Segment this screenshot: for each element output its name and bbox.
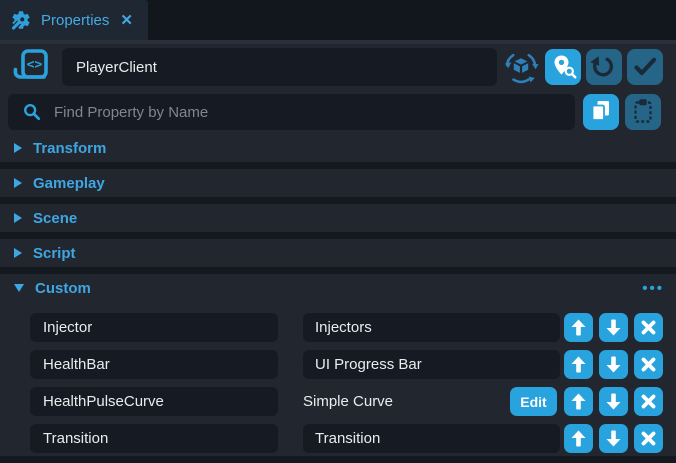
section-label: Script [33, 245, 76, 262]
edit-curve-button[interactable]: Edit [510, 387, 557, 416]
tab-properties[interactable]: Properties ✕ [0, 0, 148, 40]
property-value-field[interactable]: Injectors [303, 313, 560, 342]
copy-icon [583, 94, 619, 130]
property-value-field[interactable]: Transition [303, 424, 560, 453]
section-custom[interactable]: Custom ••• [0, 274, 676, 302]
close-icon [634, 387, 663, 416]
close-icon [634, 350, 663, 379]
property-key-input[interactable] [30, 424, 278, 453]
section-label: Custom [35, 280, 91, 297]
arrow-down-icon [599, 424, 628, 453]
arrow-down-icon [599, 350, 628, 379]
property-name-input[interactable] [62, 48, 497, 86]
section-label: Scene [33, 210, 77, 227]
prefab-sync-icon[interactable] [503, 49, 539, 85]
section-script[interactable]: Script [0, 239, 676, 267]
custom-property-row: Transition [0, 424, 676, 453]
section-divider [0, 232, 676, 239]
custom-property-row: Simple Curve Edit [0, 387, 676, 416]
property-value-field[interactable]: UI Progress Bar [303, 350, 560, 379]
copy-properties-button[interactable] [583, 94, 619, 130]
search-icon [21, 101, 43, 123]
remove-button[interactable] [634, 387, 663, 416]
section-transform[interactable]: Transform [0, 134, 676, 162]
chevron-down-icon [14, 284, 24, 292]
find-in-scene-button[interactable] [545, 49, 581, 85]
properties-panel: Properties ✕ <> [0, 0, 676, 463]
svg-text:<>: <> [27, 58, 43, 73]
move-up-button[interactable] [564, 313, 593, 342]
close-icon [634, 424, 663, 453]
tab-underline [0, 40, 676, 44]
section-gameplay[interactable]: Gameplay [0, 169, 676, 197]
section-divider [0, 267, 676, 274]
close-icon [634, 313, 663, 342]
move-up-button[interactable] [564, 387, 593, 416]
apply-button[interactable] [627, 49, 663, 85]
remove-button[interactable] [634, 424, 663, 453]
section-divider [0, 162, 676, 169]
remove-button[interactable] [634, 350, 663, 379]
arrow-up-icon [564, 424, 593, 453]
move-up-button[interactable] [564, 424, 593, 453]
move-up-button[interactable] [564, 350, 593, 379]
arrow-down-icon [599, 313, 628, 342]
chevron-right-icon [14, 213, 22, 223]
paste-properties-button[interactable] [625, 94, 661, 130]
remove-button[interactable] [634, 313, 663, 342]
revert-button[interactable] [586, 49, 622, 85]
chevron-right-icon [14, 178, 22, 188]
more-options-icon[interactable]: ••• [642, 274, 664, 302]
arrow-up-icon [564, 313, 593, 342]
search-input[interactable] [52, 103, 562, 122]
move-down-button[interactable] [599, 387, 628, 416]
section-scene[interactable]: Scene [0, 204, 676, 232]
custom-property-row: UI Progress Bar [0, 350, 676, 379]
section-label: Transform [33, 140, 106, 157]
section-divider [0, 197, 676, 204]
chevron-right-icon [14, 143, 22, 153]
undo-icon [586, 49, 622, 85]
section-label: Gameplay [33, 175, 105, 192]
move-down-button[interactable] [599, 350, 628, 379]
custom-property-row: Injectors [0, 313, 676, 342]
move-down-button[interactable] [599, 424, 628, 453]
property-key-input[interactable] [30, 350, 278, 379]
chevron-right-icon [14, 248, 22, 258]
paste-clipboard-icon [625, 94, 661, 130]
arrow-up-icon [564, 387, 593, 416]
tab-bar: Properties ✕ [0, 0, 676, 40]
tab-title: Properties [41, 12, 109, 29]
gear-wrench-icon [10, 9, 32, 31]
arrow-up-icon [564, 350, 593, 379]
close-icon[interactable]: ✕ [120, 11, 133, 29]
property-search-box[interactable] [8, 94, 575, 130]
script-icon: <> [10, 46, 54, 88]
bottom-divider [0, 456, 676, 463]
move-down-button[interactable] [599, 313, 628, 342]
check-icon [627, 49, 663, 85]
arrow-down-icon [599, 387, 628, 416]
property-key-input[interactable] [30, 313, 278, 342]
property-key-input[interactable] [30, 387, 278, 416]
location-pin-search-icon [545, 49, 581, 85]
